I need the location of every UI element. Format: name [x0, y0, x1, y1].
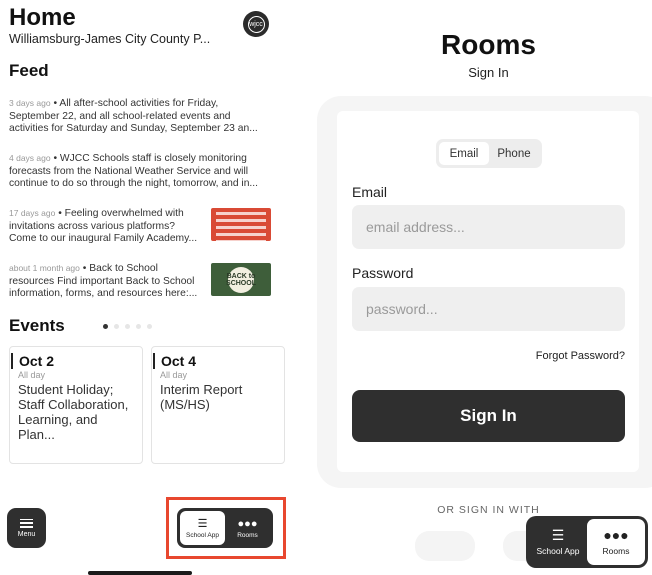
- event-card[interactable]: Oct 4 All day Interim Report (MS/HS): [151, 346, 285, 464]
- feed-item-age: 3 days ago: [9, 98, 51, 108]
- email-field[interactable]: [352, 205, 625, 249]
- toggle-email[interactable]: Email: [439, 142, 489, 165]
- event-date: Oct 4: [153, 353, 276, 369]
- feed-thumbnail-flyer: [211, 208, 271, 243]
- menu-button[interactable]: Menu: [7, 508, 46, 548]
- feed-item[interactable]: 4 days ago • WJCC Schools staff is close…: [9, 152, 271, 191]
- event-name: Interim Report (MS/HS): [160, 382, 243, 412]
- event-time: All day: [18, 370, 46, 380]
- event-time: All day: [160, 370, 188, 380]
- rooms-tab[interactable]: ●●● Rooms: [587, 519, 645, 565]
- password-field[interactable]: [352, 287, 625, 331]
- sign-in-button[interactable]: Sign In: [352, 390, 625, 442]
- event-card[interactable]: Oct 2 All day Student Holiday; Staff Col…: [9, 346, 143, 464]
- menu-label: Menu: [17, 530, 36, 538]
- feed-item-age: 17 days ago: [9, 208, 56, 218]
- home-screen: Home Williamsburg-James City County P...…: [0, 0, 290, 575]
- forgot-password-link[interactable]: Forgot Password?: [536, 350, 625, 362]
- email-label: Email: [352, 184, 388, 200]
- feed-item[interactable]: 17 days ago • Feeling overwhelmed with i…: [9, 207, 271, 246]
- home-indicator[interactable]: [88, 571, 192, 575]
- signin-method-toggle: Email Phone: [436, 139, 542, 168]
- tab-label: School App: [186, 531, 219, 539]
- social-signin-button[interactable]: [415, 531, 475, 561]
- app-switcher: ☰ School App ●●● Rooms: [526, 516, 648, 568]
- feed-item-body: 17 days ago • Feeling overwhelmed with i…: [9, 208, 198, 244]
- rooms-screen: Rooms Sign In Email Phone Email Password…: [300, 0, 652, 575]
- feed-thumbnail-back-to-school: BACK to SCHOOL: [211, 263, 271, 296]
- people-icon: ●●●: [603, 527, 629, 543]
- district-name: Williamsburg-James City County P...: [9, 32, 211, 46]
- people-icon: ●●●: [237, 517, 258, 530]
- events-pager-dots[interactable]: [103, 324, 152, 329]
- feed-heading: Feed: [9, 61, 49, 80]
- app-title: Rooms: [441, 29, 536, 60]
- feed-item-age: 4 days ago: [9, 153, 51, 163]
- events-heading: Events: [9, 316, 65, 335]
- logo-text: wjcc: [247, 15, 265, 33]
- page-subtitle: Sign In: [468, 65, 509, 80]
- feed-item[interactable]: 3 days ago • All after-school activities…: [9, 97, 271, 136]
- stack-icon: ☰: [551, 527, 565, 543]
- district-logo-icon[interactable]: wjcc: [243, 11, 269, 37]
- event-name: Student Holiday; Staff Collaboration, Le…: [18, 382, 129, 442]
- toggle-phone[interactable]: Phone: [489, 142, 539, 165]
- app-switcher: ☰ School App ●●● Rooms: [177, 508, 273, 548]
- password-label: Password: [352, 265, 414, 281]
- hamburger-icon: [20, 518, 33, 528]
- stack-icon: ☰: [197, 517, 208, 530]
- feed-item-body: about 1 month ago • Back to School resou…: [9, 263, 198, 299]
- tab-label: School App: [536, 546, 580, 556]
- tab-label: Rooms: [237, 531, 258, 539]
- tab-label: Rooms: [602, 546, 630, 556]
- page-title: Home: [9, 4, 76, 31]
- rooms-tab[interactable]: ●●● Rooms: [225, 511, 270, 545]
- event-date: Oct 2: [11, 353, 134, 369]
- school-app-tab[interactable]: ☰ School App: [180, 511, 225, 545]
- feed-item-age: about 1 month ago: [9, 263, 80, 273]
- school-app-tab[interactable]: ☰ School App: [529, 519, 587, 565]
- or-sign-in-with: OR SIGN IN WITH: [437, 504, 540, 516]
- feed-item[interactable]: about 1 month ago • Back to School resou…: [9, 262, 271, 301]
